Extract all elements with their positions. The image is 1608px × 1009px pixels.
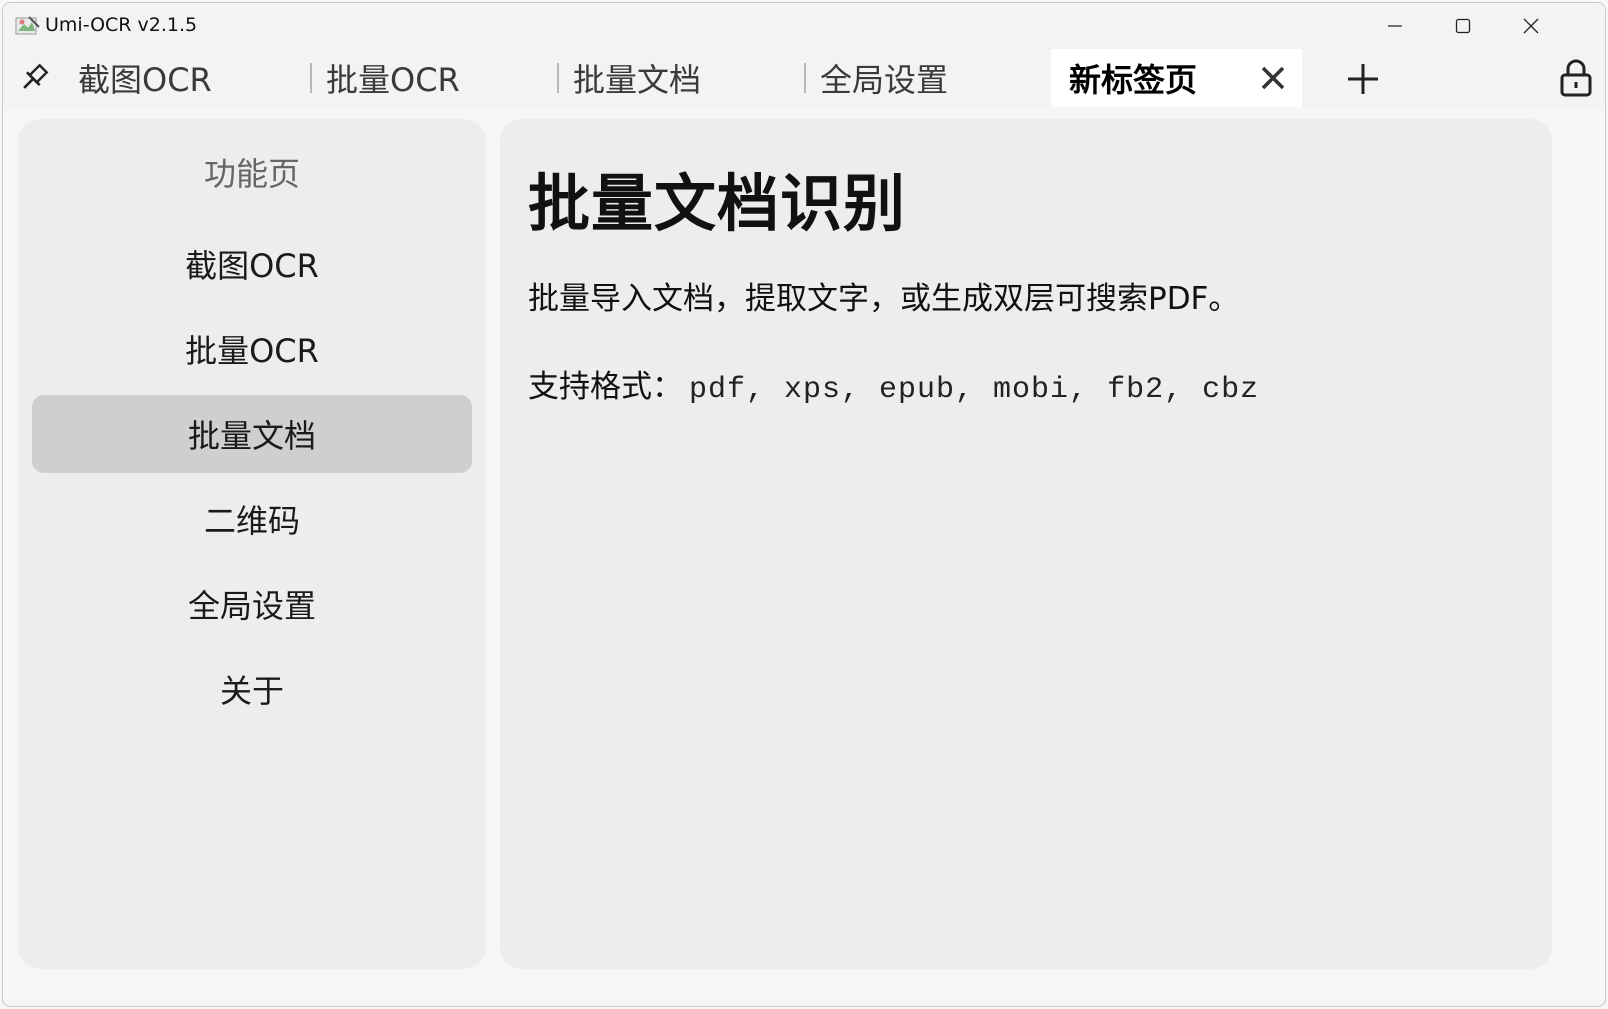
nav-item-screenshot-ocr[interactable]: 截图OCR — [32, 225, 472, 303]
close-icon — [1523, 18, 1539, 34]
nav-item-label: 批量文档 — [187, 417, 316, 455]
tab-label: 新标签页 — [1069, 61, 1198, 99]
tab-separator — [310, 63, 312, 93]
nav-item-label: 二维码 — [203, 502, 300, 540]
nav-item-label: 全局设置 — [187, 587, 316, 625]
minimize-icon — [1388, 25, 1402, 27]
minimize-button[interactable] — [1361, 3, 1429, 49]
tab-batch-doc[interactable]: 批量文档 — [557, 49, 804, 107]
page-title: 批量文档识别 — [528, 167, 907, 240]
page-description: 批量导入文档，提取文字，或生成双层可搜索PDF。 — [528, 281, 1240, 317]
tab-screenshot-ocr[interactable]: 截图OCR — [78, 49, 310, 107]
tab-separator — [804, 63, 806, 93]
formats-label: 支持格式： — [528, 369, 683, 405]
nav-item-label: 截图OCR — [185, 247, 319, 285]
nav-item-batch-ocr[interactable]: 批量OCR — [32, 310, 472, 388]
tab-batch-ocr[interactable]: 批量OCR — [310, 49, 557, 107]
tab-label: 批量OCR — [326, 61, 460, 99]
maximize-icon — [1455, 18, 1471, 34]
maximize-button[interactable] — [1429, 3, 1497, 49]
nav-item-label: 批量OCR — [185, 332, 319, 370]
tab-global-settings[interactable]: 全局设置 — [804, 49, 1051, 107]
title-bar: Umi-OCR v2.1.5 — [3, 3, 1605, 49]
formats-list: pdf, xps, epub, mobi, fb2, cbz — [689, 373, 1260, 407]
pin-icon[interactable] — [17, 61, 51, 95]
tab-separator — [557, 63, 559, 93]
nav-item-global-settings[interactable]: 全局设置 — [32, 565, 472, 643]
nav-item-label: 关于 — [219, 672, 284, 710]
plus-icon[interactable] — [1345, 61, 1381, 97]
tab-new[interactable]: 新标签页 — [1051, 49, 1302, 107]
app-icon — [15, 16, 40, 35]
window-title: Umi-OCR v2.1.5 — [45, 14, 198, 36]
close-window-button[interactable] — [1497, 3, 1565, 49]
nav-item-qrcode[interactable]: 二维码 — [32, 480, 472, 558]
lock-icon[interactable] — [1559, 59, 1593, 97]
tab-bar: 截图OCR 批量OCR 批量文档 全局设置 新标签页 — [3, 49, 1605, 107]
supported-formats: 支持格式： pdf, xps, epub, mobi, fb2, cbz — [528, 361, 1259, 407]
nav-item-batch-doc[interactable]: 批量文档 — [32, 395, 472, 473]
nav-item-about[interactable]: 关于 — [32, 650, 472, 728]
tab-label: 截图OCR — [78, 61, 212, 99]
close-icon[interactable] — [1258, 63, 1288, 93]
tab-label: 全局设置 — [820, 61, 949, 99]
nav-title: 功能页 — [203, 155, 300, 193]
nav-panel: 功能页 截图OCR 批量OCR 批量文档 二维码 全局设置 关于 — [18, 119, 486, 969]
app-window: Umi-OCR v2.1.5 截图OCR 批量OCR 批量文档 全局设置 新标签… — [2, 2, 1606, 1007]
content-panel: 批量文档识别 批量导入文档，提取文字，或生成双层可搜索PDF。 支持格式： pd… — [500, 119, 1552, 969]
tab-label: 批量文档 — [573, 61, 702, 99]
